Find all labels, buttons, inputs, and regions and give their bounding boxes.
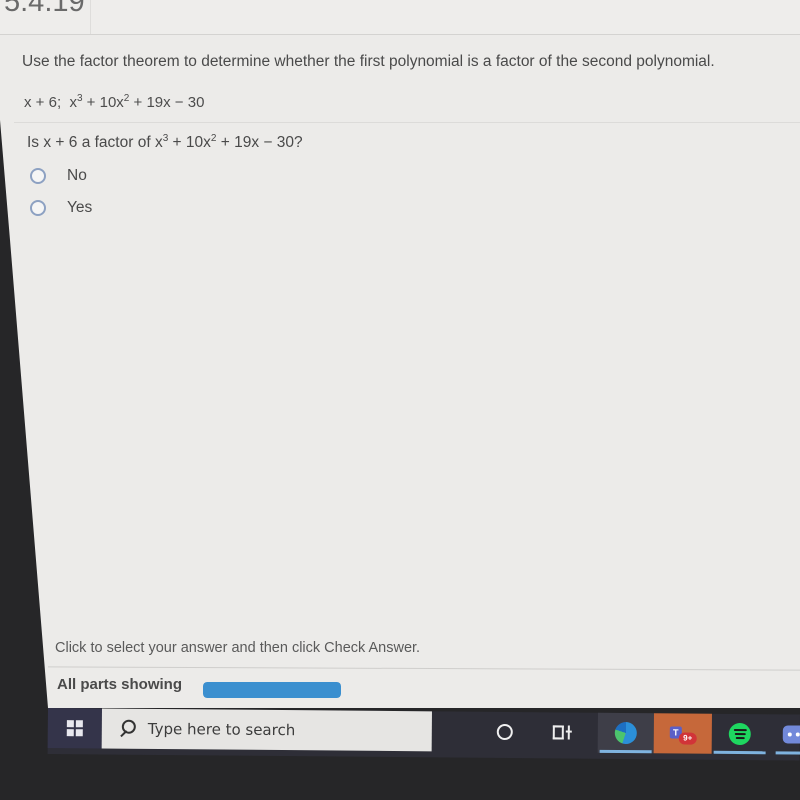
discord-icon: [782, 725, 800, 744]
question-mark: ?: [294, 134, 303, 151]
footer-divider: [48, 666, 800, 671]
option-label-no[interactable]: No: [67, 167, 87, 185]
cortana-button[interactable]: [480, 712, 530, 752]
running-indicator: [775, 751, 800, 755]
cortana-icon: [496, 723, 513, 741]
task-view-button[interactable]: [538, 712, 588, 752]
question-text: Is x + 6 a factor of x3 + 10x2 + 19x − 3…: [27, 133, 303, 152]
term: + 19x − 30: [129, 94, 205, 111]
taskbar-app-teams[interactable]: T 9+: [653, 713, 712, 754]
parts-progress-fill: [203, 682, 341, 698]
poly-separator: ;: [56, 94, 62, 111]
parts-progress-bar: [203, 682, 341, 698]
teams-icon: T 9+: [669, 722, 697, 745]
running-indicator: [599, 749, 652, 754]
header-divider: [90, 0, 91, 34]
spotify-icon: [728, 722, 751, 746]
question-divider: [14, 122, 800, 123]
term: x: [154, 134, 163, 151]
term: + 10x: [82, 94, 124, 111]
notification-badge: 9+: [678, 732, 697, 745]
second-polynomial: x3 + 10x2 + 19x − 30: [69, 93, 205, 111]
term: + 10x: [168, 134, 211, 151]
problem-instruction: Use the factor theorem to determine whet…: [22, 53, 715, 70]
question-screen: 5.4.19 Use the factor theorem to determi…: [0, 0, 800, 708]
parts-showing-label: All parts showing: [57, 676, 183, 693]
term: + 19x − 30: [216, 134, 295, 151]
option-label-yes[interactable]: Yes: [67, 199, 92, 217]
taskbar-app-spotify[interactable]: [712, 714, 768, 755]
question-prefix: Is x + 6 a factor of: [27, 134, 155, 151]
header-strip: 5.4.19: [0, 0, 800, 35]
polynomials-given: x + 6; x3 + 10x2 + 19x − 30: [24, 93, 204, 111]
taskbar-app-edge[interactable]: [597, 712, 654, 754]
answer-option-no[interactable]: No: [30, 167, 87, 185]
taskbar-app-discord[interactable]: [774, 714, 800, 755]
search-placeholder[interactable]: Type here to search: [148, 720, 296, 739]
problem-number: 5.4.19: [4, 0, 85, 18]
footer-hint: Click to select your answer and then cli…: [55, 640, 421, 656]
first-polynomial: x + 6: [24, 94, 57, 111]
term: x: [69, 94, 77, 111]
running-indicator: [713, 750, 766, 755]
task-view-icon: [552, 725, 572, 740]
edge-icon: [614, 721, 637, 745]
start-button[interactable]: [47, 708, 102, 749]
windows-logo-icon: [66, 720, 83, 737]
windows-taskbar: Type here to search T 9+: [47, 708, 800, 761]
answer-option-yes[interactable]: Yes: [30, 199, 92, 217]
radio-button-no[interactable]: [30, 168, 46, 184]
radio-button-yes[interactable]: [30, 200, 46, 216]
taskbar-search-box[interactable]: Type here to search: [101, 708, 432, 752]
search-icon: [118, 719, 136, 738]
